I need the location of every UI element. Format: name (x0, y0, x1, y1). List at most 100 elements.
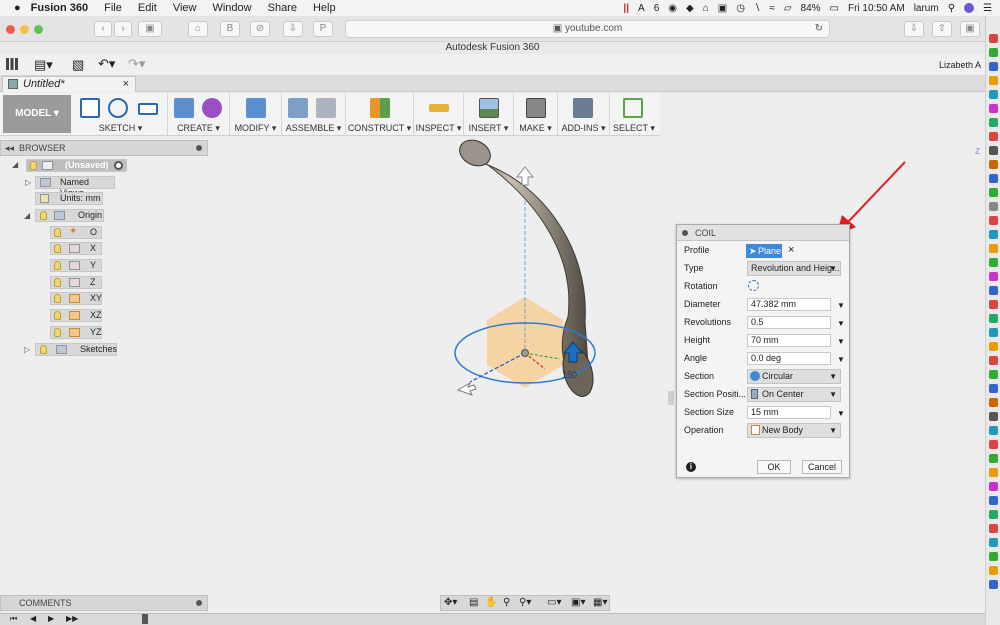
visibility-bulb-icon[interactable] (54, 278, 61, 287)
ribbon-group-sketch[interactable]: SKETCH ▾ (74, 93, 168, 136)
dock-app-icon[interactable] (989, 244, 998, 253)
home-icon[interactable]: ⌂ (703, 3, 709, 14)
dock-app-icon[interactable] (989, 118, 998, 127)
dock-app-icon[interactable] (989, 104, 998, 113)
dock-app-icon[interactable] (989, 230, 998, 239)
tree-sketches[interactable]: Sketches (35, 343, 117, 356)
expand-named-views-icon[interactable]: ▷ (25, 178, 31, 187)
revolutions-input[interactable]: 0.5 (747, 316, 831, 329)
dock-app-icon[interactable] (989, 76, 998, 85)
tree-named-views[interactable]: Named Views (35, 176, 115, 198)
dock-app-icon[interactable] (989, 538, 998, 547)
dock-app-icon[interactable] (989, 482, 998, 491)
visibility-bulb-icon[interactable] (54, 311, 61, 320)
zoom-icon[interactable]: ⚲ (503, 597, 510, 608)
reload-icon[interactable]: ↻ (815, 21, 823, 37)
height-dropdown-icon[interactable]: ▼ (837, 337, 845, 346)
panel-collapse-handle[interactable] (668, 391, 674, 405)
cancel-button[interactable]: Cancel (802, 460, 842, 474)
dock-app-icon[interactable] (989, 552, 998, 561)
menu-window[interactable]: Window (212, 2, 251, 14)
panel-options-icon[interactable] (196, 145, 202, 151)
revolutions-dropdown-icon[interactable]: ▼ (837, 319, 845, 328)
tree-axis-z[interactable]: Z (50, 276, 102, 289)
angle-dropdown-icon[interactable]: ▼ (837, 355, 845, 364)
ribbon-group-assemble[interactable]: ASSEMBLE ▾ (282, 93, 346, 136)
clock-icon[interactable]: ◷ (736, 3, 745, 14)
clear-selection-icon[interactable]: × (788, 244, 794, 256)
collapse-panel-icon[interactable]: ◂◂ (5, 141, 14, 155)
download-extension-icon[interactable]: ⇩ (283, 21, 303, 37)
url-bar[interactable]: ▣ youtube.com ↻ (345, 20, 830, 38)
apple-icon[interactable]: ● (14, 2, 21, 14)
ribbon-group-insert[interactable]: INSERT ▾ (464, 93, 514, 136)
timeline-start-icon[interactable]: ⏮ (10, 614, 17, 624)
dock-app-icon[interactable] (989, 454, 998, 463)
menu-file[interactable]: File (104, 2, 122, 14)
timeline-play-icon[interactable]: ▶ (48, 614, 54, 623)
tree-plane-xy[interactable]: XY (50, 292, 102, 305)
home-button[interactable]: ⌂ (188, 21, 208, 37)
dock-app-icon[interactable] (989, 146, 998, 155)
look-at-icon[interactable]: ▤ (469, 597, 478, 608)
dropbox-icon[interactable]: ◆ (686, 3, 694, 14)
dock-app-icon[interactable] (989, 384, 998, 393)
dock-app-icon[interactable] (989, 258, 998, 267)
menu-share[interactable]: Share (268, 2, 297, 14)
viewports-icon[interactable]: ▦▾ (593, 597, 607, 608)
rotation-toggle-icon[interactable] (748, 280, 759, 291)
dock-app-icon[interactable] (989, 90, 998, 99)
diameter-arrow-manipulator[interactable] (456, 381, 477, 396)
info-icon[interactable]: i (686, 462, 696, 472)
redo-icon[interactable]: ↷▾ (128, 56, 145, 72)
dock-app-icon[interactable] (989, 328, 998, 337)
ribbon-group-create[interactable]: CREATE ▾ (168, 93, 230, 136)
workspace-switcher[interactable]: MODEL ▾ (3, 95, 71, 133)
lock-icon[interactable]: ▣ (718, 3, 727, 14)
block-extension-icon[interactable]: ⊘ (250, 21, 270, 37)
user-name[interactable]: larum (914, 3, 939, 14)
sidebar-button[interactable]: ▣ (138, 21, 162, 37)
visibility-bulb-icon[interactable] (54, 328, 61, 337)
grid-settings-icon[interactable]: ▣▾ (571, 597, 585, 608)
airplay-icon[interactable]: ▱ (784, 3, 792, 14)
menu-view[interactable]: View (173, 2, 197, 14)
pan-icon[interactable]: ✋ (485, 597, 497, 608)
dock-app-icon[interactable] (989, 566, 998, 575)
visibility-bulb-icon[interactable] (54, 294, 61, 303)
bluetooth-icon[interactable]: ∖ (754, 3, 760, 14)
dock-app-icon[interactable] (989, 62, 998, 71)
ribbon-group-inspect[interactable]: INSPECT ▾ (414, 93, 464, 136)
select-icon[interactable] (623, 98, 643, 118)
operation-dropdown[interactable]: New Body ▼ (747, 423, 841, 438)
spotlight-icon[interactable]: ⚲ (948, 3, 955, 14)
download-button[interactable]: ⇩ (904, 21, 924, 37)
section-size-dropdown-icon[interactable]: ▼ (837, 409, 845, 418)
section-dropdown[interactable]: Circular ▼ (747, 369, 841, 384)
tree-origin[interactable]: Origin (35, 209, 104, 222)
menu-help[interactable]: Help (313, 2, 336, 14)
profile-selection-chip[interactable]: ➤ Plane (746, 244, 782, 258)
scripts-icon[interactable] (573, 98, 593, 118)
orbit-icon[interactable]: ✥▾ (444, 597, 457, 608)
viewcube-z-icon[interactable]: Z (975, 147, 980, 156)
dock-app-icon[interactable] (989, 370, 998, 379)
expand-sketches-icon[interactable]: ▷ (24, 345, 30, 354)
minimize-window-icon[interactable] (20, 25, 29, 34)
type-dropdown[interactable]: Revolution and Heig... ▼ (747, 261, 841, 276)
active-radio-icon[interactable] (114, 161, 123, 170)
tree-axis-y[interactable]: Y (50, 259, 102, 272)
file-menu-icon[interactable]: ▤▾ (34, 57, 53, 73)
visibility-bulb-icon[interactable] (40, 345, 47, 354)
ribbon-group-add-ins[interactable]: ADD-INS ▾ (558, 93, 610, 136)
tree-plane-xz[interactable]: XZ (50, 309, 102, 322)
ribbon-group-select[interactable]: SELECT ▾ (610, 93, 658, 136)
timeline-next-icon[interactable]: ▶▶ (66, 614, 78, 623)
diameter-dropdown-icon[interactable]: ▼ (837, 301, 845, 310)
app-grid-icon[interactable] (6, 58, 18, 70)
dock-app-icon[interactable] (989, 524, 998, 533)
dock-app-icon[interactable] (989, 496, 998, 505)
expand-root-icon[interactable]: ◢ (12, 160, 18, 169)
dock-app-icon[interactable] (989, 440, 998, 449)
ribbon-group-make[interactable]: MAKE ▾ (514, 93, 558, 136)
